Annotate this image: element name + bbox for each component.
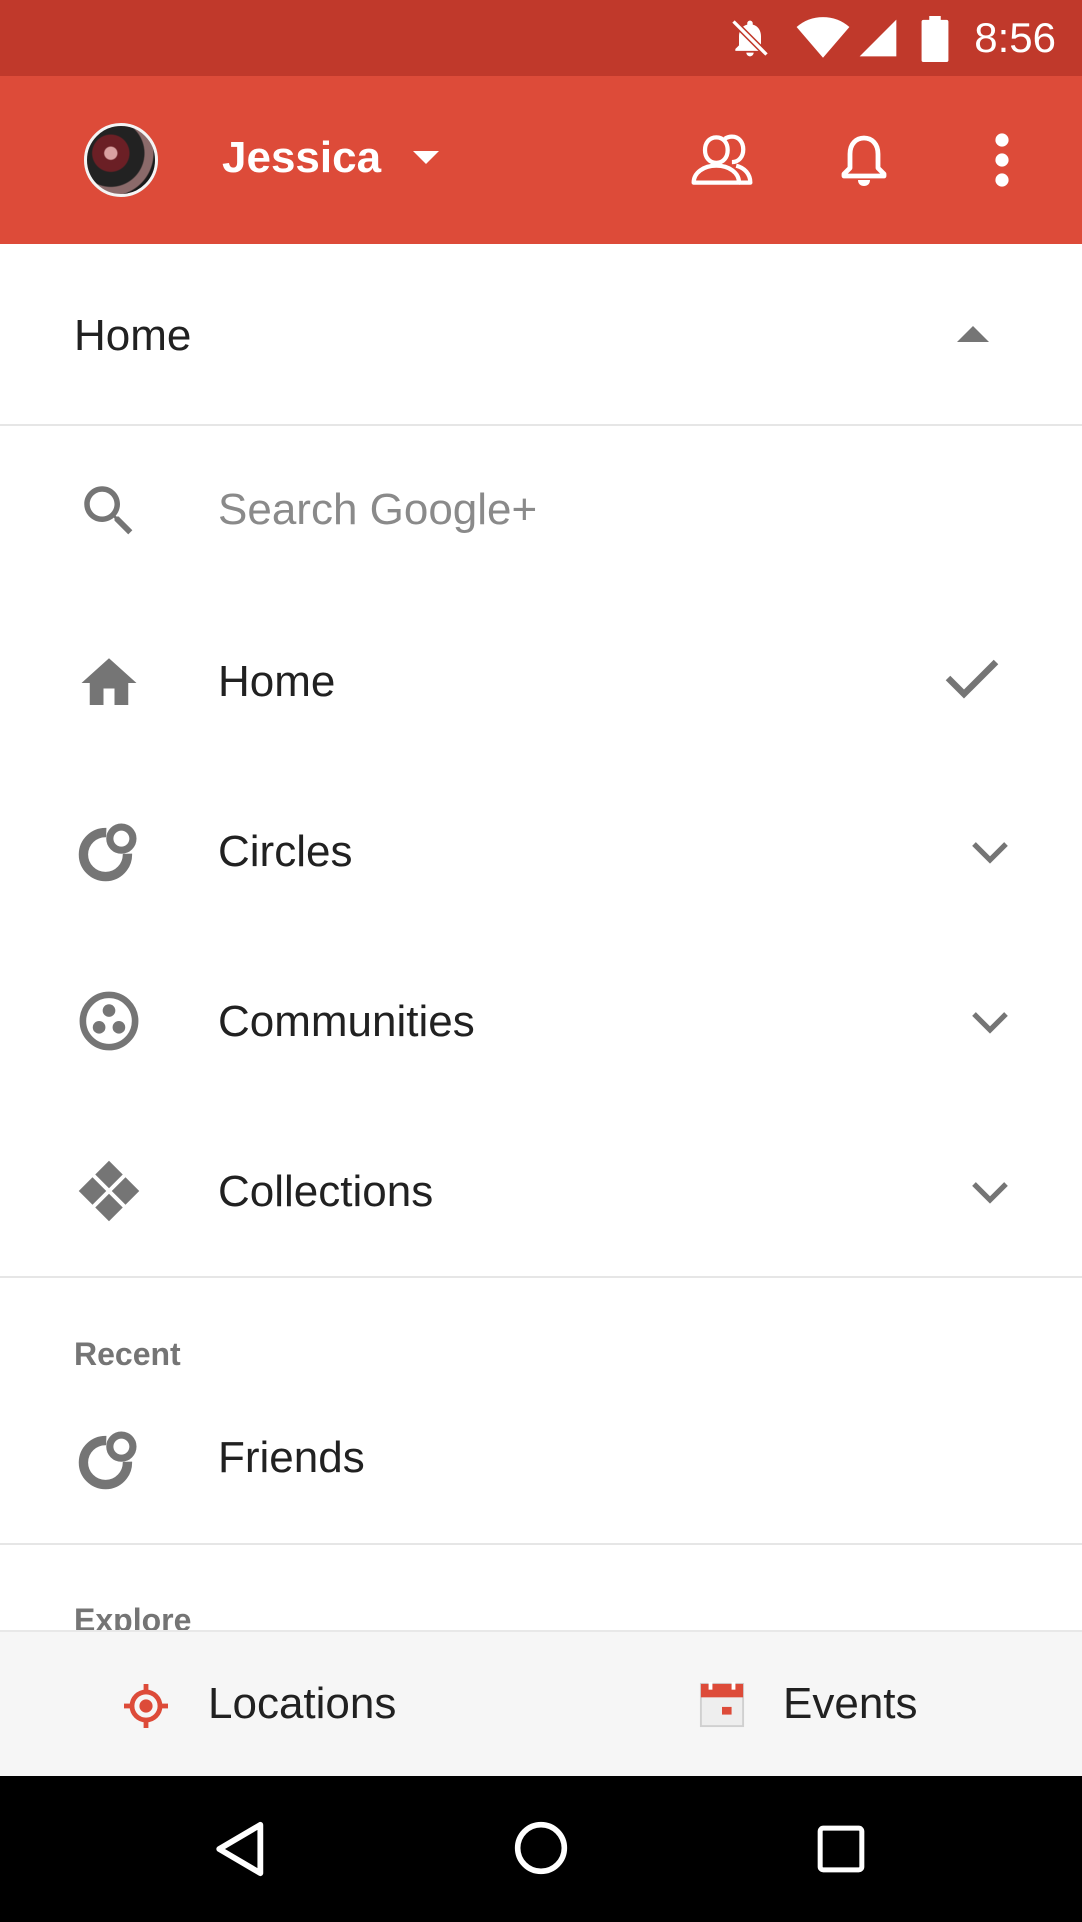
recents-icon[interactable] (816, 1824, 866, 1874)
more-vert-icon[interactable] (990, 132, 1014, 188)
account-dropdown-icon[interactable] (413, 151, 439, 164)
menu-item-communities[interactable]: Communities (0, 936, 1082, 1106)
search-input[interactable]: Search Google+ (218, 484, 537, 536)
people-icon[interactable] (688, 126, 756, 194)
battery-icon (921, 16, 949, 62)
status-bar: 8:56 (0, 0, 1082, 76)
notifications-bell-icon[interactable] (840, 132, 888, 188)
circles-icon (78, 1431, 137, 1490)
wifi-icon (796, 17, 850, 58)
home-circle-icon[interactable] (513, 1820, 569, 1876)
menu-item-collections[interactable]: Collections (0, 1106, 1082, 1276)
home-selector-label: Home (74, 311, 192, 360)
cellular-signal-icon (859, 19, 897, 57)
menu-item-label: Collections (218, 1167, 434, 1216)
events-button[interactable]: Events (541, 1632, 1082, 1778)
app-bar: Jessica (0, 76, 1082, 244)
recent-item-label: Friends (218, 1433, 365, 1482)
notifications-off-icon (731, 19, 769, 57)
divider (0, 1276, 1082, 1278)
home-icon (81, 658, 137, 705)
menu-item-label: Home (218, 657, 336, 706)
system-nav-bar (0, 1776, 1082, 1922)
communities-icon (79, 991, 139, 1051)
menu-item-home[interactable]: Home (0, 596, 1082, 766)
search-row[interactable]: Search Google+ (0, 426, 1082, 596)
chevron-down-icon[interactable] (970, 1180, 1010, 1206)
recent-section-header: Recent (74, 1336, 181, 1372)
divider (0, 1543, 1082, 1545)
menu-item-label: Circles (218, 827, 353, 876)
bottom-tray: Locations Events (0, 1630, 1082, 1776)
search-icon (84, 486, 133, 535)
chevron-down-icon[interactable] (970, 840, 1010, 866)
back-icon[interactable] (212, 1820, 270, 1878)
location-target-icon (124, 1684, 168, 1728)
status-time: 8:56 (974, 14, 1056, 61)
menu-item-label: Communities (218, 997, 475, 1046)
collections-icon (78, 1160, 140, 1222)
events-label: Events (783, 1679, 918, 1728)
calendar-icon (699, 1682, 745, 1728)
avatar[interactable] (84, 123, 158, 197)
circles-icon (78, 823, 137, 882)
menu-item-circles[interactable]: Circles (0, 766, 1082, 936)
home-selector[interactable]: Home (0, 244, 1082, 426)
checkmark-icon (945, 659, 999, 699)
collapse-caret-icon[interactable] (957, 326, 989, 344)
chevron-down-icon[interactable] (970, 1010, 1010, 1036)
recent-item-friends[interactable]: Friends (0, 1376, 1082, 1540)
locations-label: Locations (208, 1679, 397, 1728)
locations-button[interactable]: Locations (0, 1632, 541, 1778)
account-name[interactable]: Jessica (222, 132, 381, 184)
